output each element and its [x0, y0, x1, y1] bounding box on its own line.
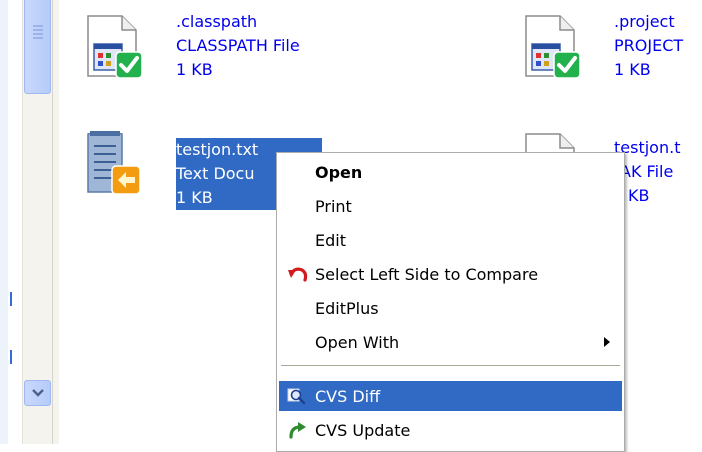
menu-item-label: Open — [315, 162, 363, 182]
pane-splitter[interactable] — [52, 0, 59, 444]
file-size: 1 KB — [176, 60, 213, 79]
context-menu: Open Print Edit Select Left Side to Comp… — [276, 152, 625, 452]
notepad-cvs-modified-icon — [87, 131, 141, 194]
submenu-arrow-icon — [604, 337, 610, 347]
file-info: .classpath CLASSPATH File 1 KB — [176, 10, 300, 82]
menu-item-label: Open With — [315, 332, 400, 352]
vertical-scrollbar[interactable] — [22, 0, 53, 444]
menu-item-cvs-diff[interactable]: CVS Diff — [279, 381, 622, 411]
scrollbar-thumb[interactable] — [24, 0, 51, 94]
undo-arrow-icon — [288, 267, 308, 282]
cvs-update-icon — [289, 422, 306, 439]
magnifier-icon — [287, 388, 306, 405]
chevron-down-icon — [31, 389, 44, 397]
menu-item-open[interactable]: Open — [279, 157, 622, 187]
file-name[interactable]: .project — [614, 10, 683, 34]
file-item-project[interactable]: .project PROJECT 1 KB — [520, 10, 702, 100]
file-name[interactable]: .classpath — [176, 10, 300, 34]
tree-marker — [10, 292, 12, 306]
thumb-grip — [33, 25, 43, 27]
java-settings-cvs-ok-icon — [87, 15, 143, 78]
file-type: PROJECT — [614, 36, 684, 55]
thumb-grip — [33, 29, 43, 31]
thumb-grip — [33, 33, 43, 35]
file-type: CLASSPATH File — [176, 36, 300, 55]
file-size: 1 KB — [614, 60, 651, 79]
file-info: .project PROJECT 1 KB — [614, 10, 683, 82]
thumb-grip — [33, 37, 43, 39]
left-pane-edge — [0, 0, 8, 444]
java-settings-cvs-ok-icon — [525, 15, 581, 78]
menu-separator — [281, 365, 620, 366]
menu-item-edit[interactable]: Edit — [279, 225, 622, 255]
menu-item-label: Select Left Side to Compare — [315, 264, 539, 284]
scroll-down-button[interactable] — [24, 380, 51, 406]
menu-item-label: Print — [315, 196, 352, 216]
menu-item-cvs-update[interactable]: CVS Update — [279, 415, 622, 445]
menu-item-label: EditPlus — [315, 298, 379, 318]
menu-item-label: CVS Diff — [315, 386, 381, 406]
menu-item-label: Edit — [315, 230, 346, 250]
menu-item-select-left-side[interactable]: Select Left Side to Compare — [279, 259, 622, 289]
menu-item-print[interactable]: Print — [279, 191, 622, 221]
tree-marker — [10, 350, 12, 364]
menu-item-label: CVS Update — [315, 420, 411, 440]
menu-item-open-with[interactable]: Open With — [279, 327, 622, 357]
file-item-classpath[interactable]: .classpath CLASSPATH File 1 KB — [82, 10, 362, 100]
menu-item-editplus[interactable]: EditPlus — [279, 293, 622, 323]
